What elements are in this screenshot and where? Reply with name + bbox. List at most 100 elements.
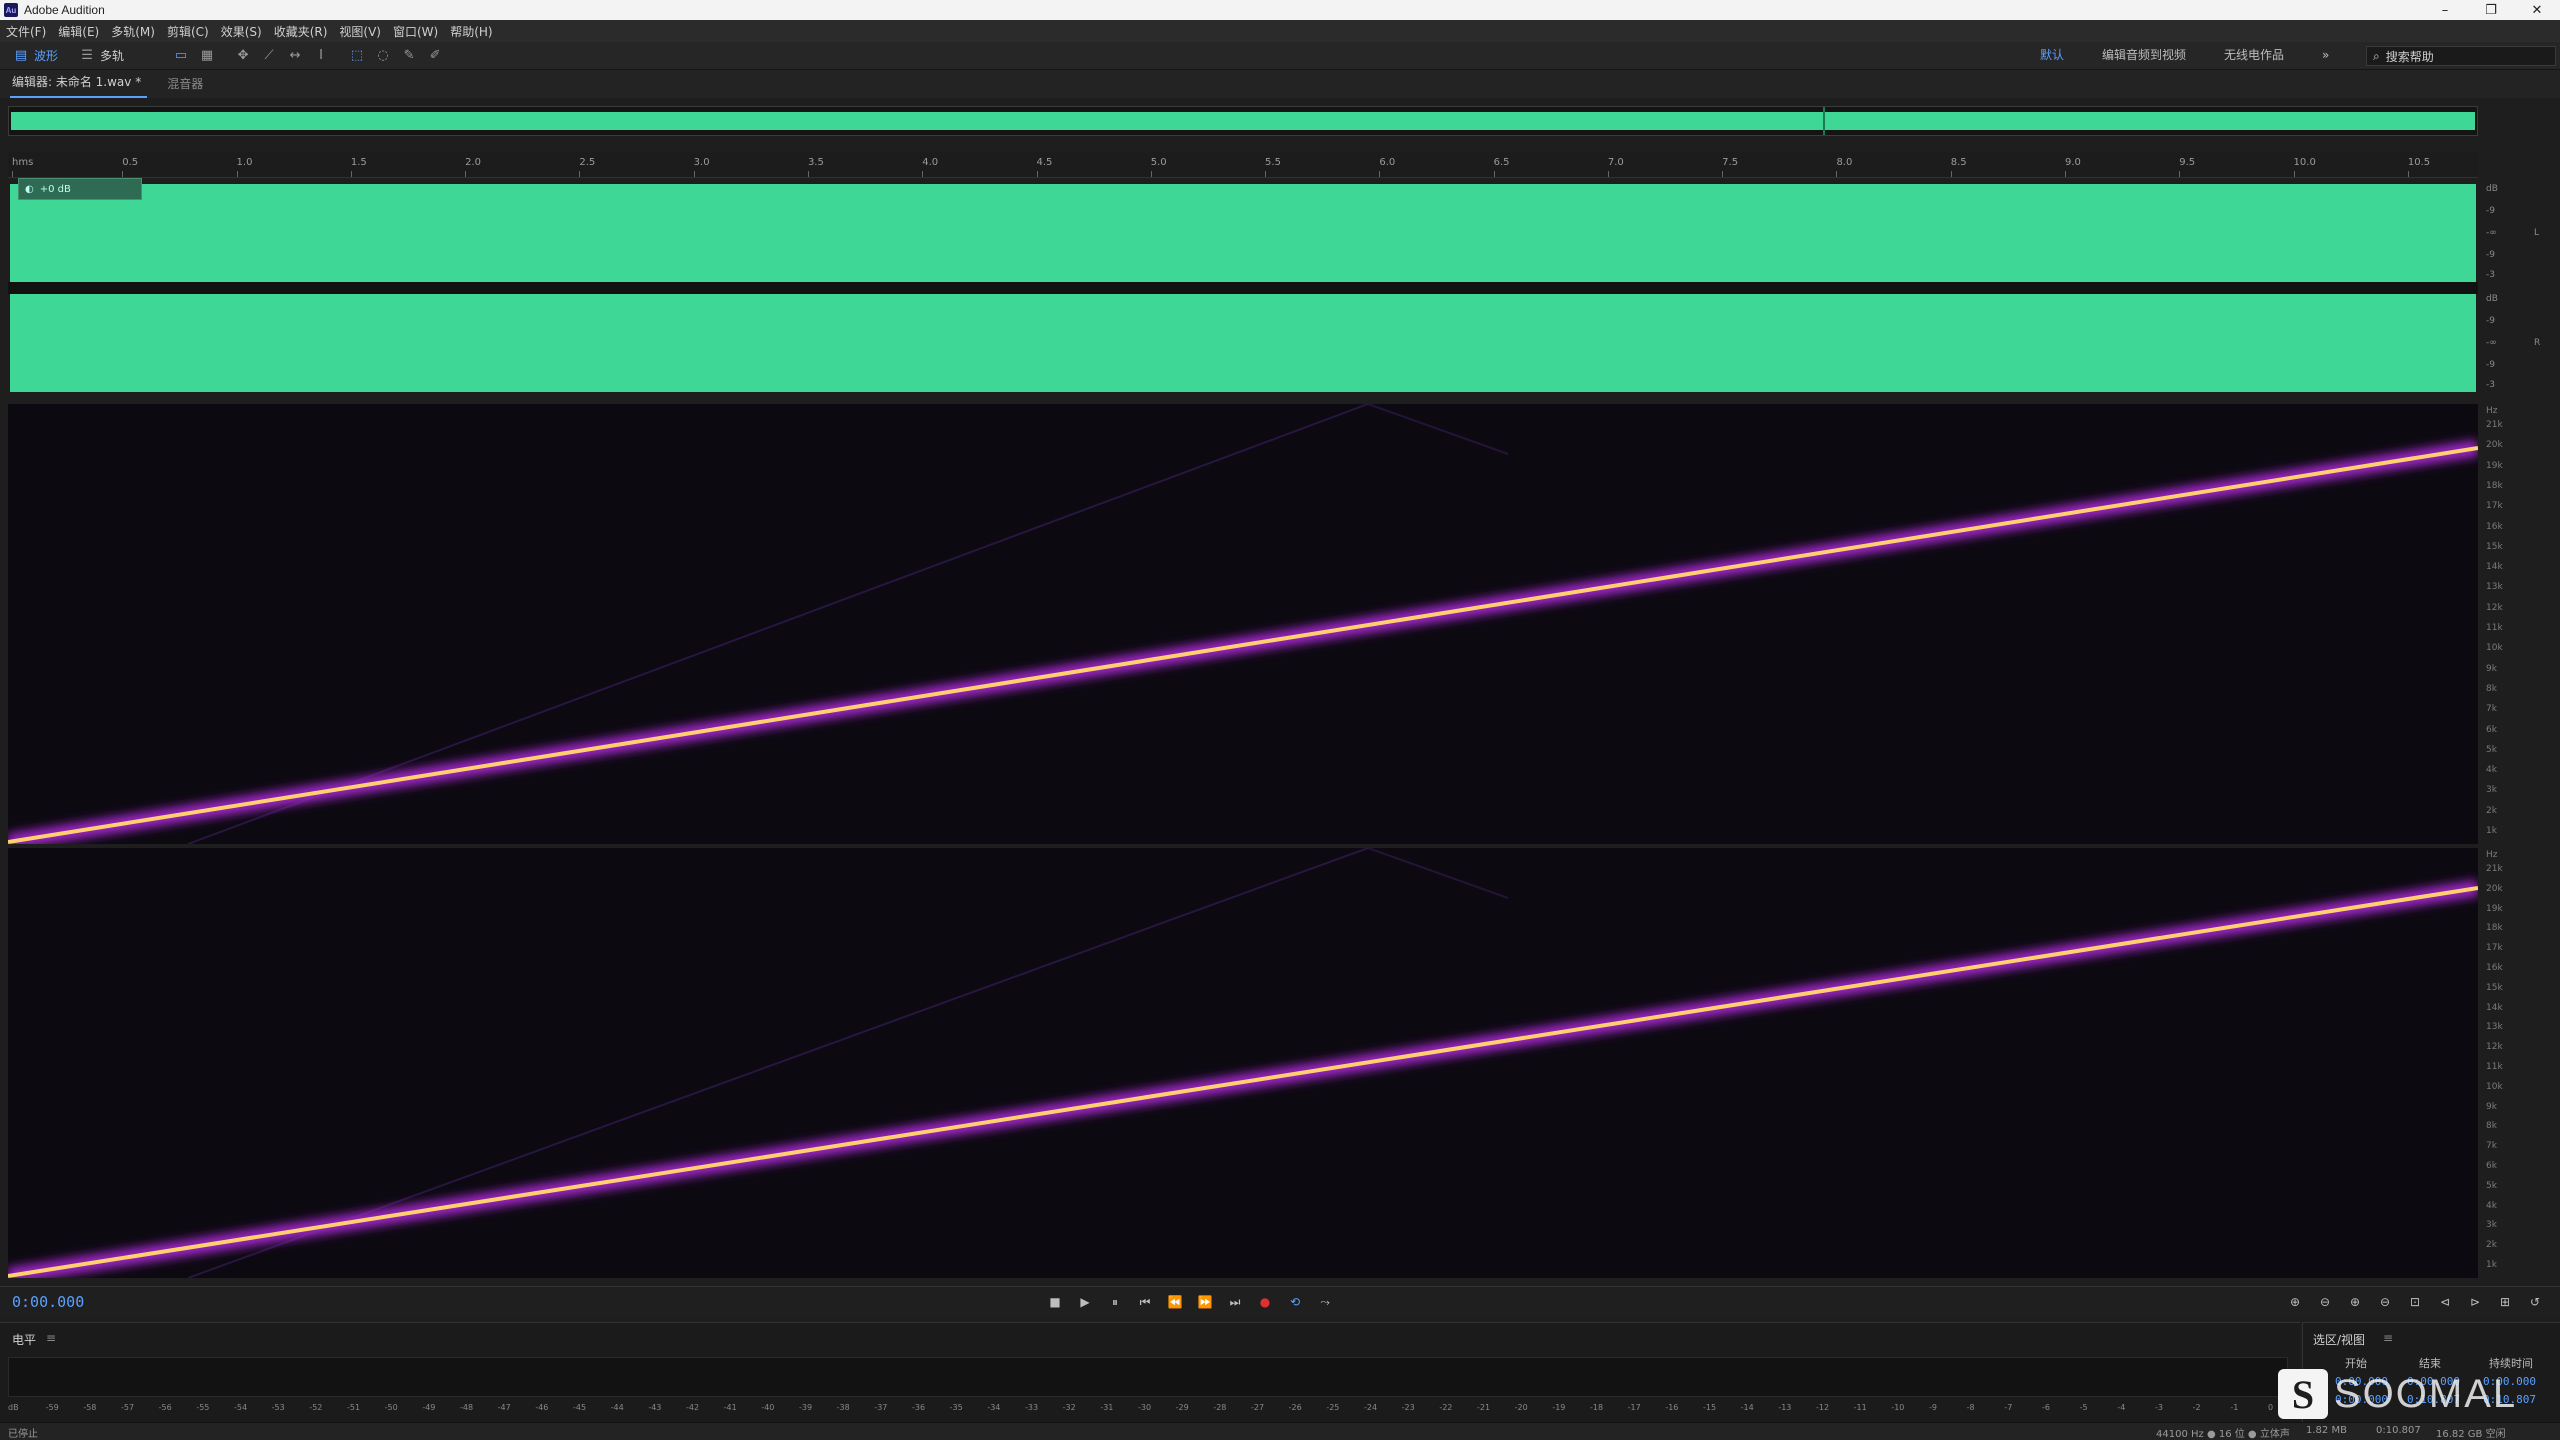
play-button[interactable]: ▶ bbox=[1070, 1292, 1100, 1312]
close-button[interactable]: ✕ bbox=[2514, 0, 2560, 20]
menu-edit[interactable]: 编辑(E) bbox=[58, 23, 99, 40]
hz-label: 13k bbox=[2486, 582, 2503, 593]
menu-view[interactable]: 视图(V) bbox=[339, 23, 381, 40]
zoom-out-time-icon[interactable]: ⊖ bbox=[2370, 1292, 2400, 1312]
ruler-tick: 9.5 bbox=[2179, 157, 2196, 177]
db-label: -9 bbox=[2486, 250, 2495, 260]
hz-label: 10k bbox=[2486, 643, 2503, 654]
zoom-in-amplitude-icon[interactable]: ⊕ bbox=[2280, 1292, 2310, 1312]
zoom-out-amplitude-icon[interactable]: ⊖ bbox=[2310, 1292, 2340, 1312]
time-selection-tool-icon[interactable]: Ι bbox=[312, 47, 330, 65]
menu-effects[interactable]: 效果(S) bbox=[221, 23, 262, 40]
hz-scale-right: Hz 21k 20k 19k 18k 17k 16k 15k 14k 13k 12k 11k 10k 9k… bbox=[2482, 848, 2542, 1278]
menu-multitrack[interactable]: 多轨(M) bbox=[111, 23, 155, 40]
spectral-display-left[interactable] bbox=[8, 404, 2478, 844]
levels-menu-icon[interactable]: ≡ bbox=[46, 1331, 56, 1345]
zoom-in-time-icon[interactable]: ⊕ bbox=[2340, 1292, 2370, 1312]
sweep-line bbox=[8, 446, 2478, 844]
hz-label: 18k bbox=[2486, 923, 2503, 934]
show-waveform-icon[interactable]: ▭ bbox=[172, 47, 190, 65]
tab-mixer[interactable]: 混音器 bbox=[165, 75, 209, 98]
hz-label: 11k bbox=[2486, 623, 2503, 633]
rewind-button[interactable]: ⏪ bbox=[1160, 1292, 1190, 1312]
ruler-tick: 6.5 bbox=[1493, 157, 1510, 177]
maximize-button[interactable]: ❐ bbox=[2468, 0, 2514, 20]
waveform-channel-right[interactable] bbox=[10, 294, 2476, 392]
workspace-radio-production[interactable]: 无线电作品 bbox=[2224, 46, 2284, 63]
lasso-tool-icon[interactable]: ◌ bbox=[374, 47, 392, 65]
zoom-full-icon[interactable]: ⊡ bbox=[2400, 1292, 2430, 1312]
hud-gain-control[interactable]: ◐ +0 dB bbox=[18, 178, 142, 200]
multitrack-view-button[interactable]: ☰ 多轨 bbox=[66, 46, 132, 66]
zoom-selection-icon[interactable]: ⊞ bbox=[2490, 1292, 2520, 1312]
hz-label: 3k bbox=[2486, 785, 2497, 796]
hz-label: 13k bbox=[2486, 1022, 2503, 1033]
ruler-tick: 0.5 bbox=[122, 157, 139, 177]
meter-scale-label: -58 bbox=[83, 1403, 97, 1412]
hz-label: 1k bbox=[2486, 1260, 2497, 1270]
minimize-button[interactable]: – bbox=[2422, 0, 2468, 20]
fast-forward-button[interactable]: ⏩ bbox=[1190, 1292, 1220, 1312]
meter-scale-label: -26 bbox=[1288, 1403, 1302, 1412]
brush-tool-icon[interactable]: ✎ bbox=[400, 47, 418, 65]
more-workspaces-button[interactable]: » bbox=[2322, 48, 2329, 62]
time-ruler[interactable]: hms 0.5 1.0 1.5 2.0 2.5 3.0 3.5 4.0 4.5 5.0 5.5 6.0… bbox=[8, 152, 2478, 178]
zoom-in-start-icon[interactable]: ⊲ bbox=[2430, 1292, 2460, 1312]
hz-label: 19k bbox=[2486, 460, 2503, 471]
hz-label: 21k bbox=[2486, 420, 2503, 430]
razor-tool-icon[interactable]: ⟋ bbox=[260, 47, 278, 65]
meter-scale-label: -9 bbox=[1929, 1403, 1937, 1412]
meter-scale-label: -20 bbox=[1514, 1403, 1528, 1412]
watermark-text: SOOMAL bbox=[2334, 1371, 2518, 1416]
search-help-input[interactable]: ⌕ 搜索帮助 bbox=[2366, 46, 2556, 66]
meter-scale-label: -32 bbox=[1062, 1403, 1076, 1412]
slip-tool-icon[interactable]: ↔ bbox=[286, 47, 304, 65]
pause-button[interactable]: ⏸ bbox=[1100, 1292, 1130, 1312]
meter-scale-label: -28 bbox=[1213, 1403, 1227, 1412]
audition-logo-icon: Au bbox=[4, 3, 18, 17]
hz-label: 5k bbox=[2486, 744, 2497, 755]
tab-editor[interactable]: 编辑器: 未命名 1.wav * bbox=[10, 73, 148, 98]
stop-button[interactable]: ■ bbox=[1040, 1292, 1070, 1312]
show-spectral-icon[interactable]: ▦ bbox=[198, 47, 216, 65]
workspace-edit-audio-to-video[interactable]: 编辑音频到视频 bbox=[2102, 46, 2186, 63]
move-tool-icon[interactable]: ✥ bbox=[234, 47, 252, 65]
meter-scale-label: -13 bbox=[1778, 1403, 1792, 1412]
loop-button[interactable]: ⟲ bbox=[1280, 1292, 1310, 1312]
menu-favorites[interactable]: 收藏夹(R) bbox=[274, 23, 328, 40]
menu-bar: 文件(F) 编辑(E) 多轨(M) 剪辑(C) 效果(S) 收藏夹(R) 视图(… bbox=[0, 20, 2560, 42]
ruler-unit: hms bbox=[12, 157, 34, 177]
menu-help[interactable]: 帮助(H) bbox=[450, 23, 492, 40]
meter-scale-label: -6 bbox=[2042, 1403, 2050, 1412]
hz-unit: Hz bbox=[2486, 850, 2498, 860]
search-placeholder: 搜索帮助 bbox=[2385, 49, 2434, 64]
ruler-tick: 2.5 bbox=[579, 157, 596, 177]
menu-clip[interactable]: 剪辑(C) bbox=[167, 23, 209, 40]
workspace-default[interactable]: 默认 bbox=[2040, 46, 2064, 63]
meter-scale-label: -5 bbox=[2079, 1403, 2088, 1412]
meter-scale-label: -4 bbox=[2117, 1403, 2126, 1412]
record-button[interactable]: ● bbox=[1250, 1292, 1280, 1312]
waveform-view-button[interactable]: ▤ 波形 bbox=[0, 46, 66, 66]
hz-label: 17k bbox=[2486, 501, 2503, 512]
meter-scale-label: -14 bbox=[1740, 1403, 1754, 1412]
window-title: Adobe Audition bbox=[24, 3, 105, 17]
menu-file[interactable]: 文件(F) bbox=[6, 23, 46, 40]
zoom-in-end-icon[interactable]: ⊳ bbox=[2460, 1292, 2490, 1312]
menu-window[interactable]: 窗口(W) bbox=[393, 23, 438, 40]
go-to-start-button[interactable]: ⏮ bbox=[1130, 1292, 1160, 1312]
skip-selection-button[interactable]: ⤳ bbox=[1310, 1292, 1340, 1312]
current-time-display[interactable]: 0:00.000 bbox=[12, 1293, 84, 1311]
waveform-channel-left[interactable] bbox=[10, 184, 2476, 282]
meter-scale-label: -45 bbox=[573, 1403, 587, 1412]
workspace-switcher: 默认 编辑音频到视频 无线电作品 » bbox=[2040, 46, 2367, 63]
ruler-tick: 10.5 bbox=[2407, 157, 2431, 177]
spectral-display-right[interactable] bbox=[8, 848, 2478, 1278]
go-to-end-button[interactable]: ⏭ bbox=[1220, 1292, 1250, 1312]
spot-healing-icon[interactable]: ✐ bbox=[426, 47, 444, 65]
selection-view-menu-icon[interactable]: ≡ bbox=[2383, 1331, 2393, 1345]
marquee-tool-icon[interactable]: ⬚ bbox=[348, 47, 366, 65]
zoom-reset-icon[interactable]: ↺ bbox=[2520, 1292, 2550, 1312]
hz-unit: Hz bbox=[2486, 406, 2498, 416]
overview-navigator[interactable] bbox=[8, 106, 2478, 136]
